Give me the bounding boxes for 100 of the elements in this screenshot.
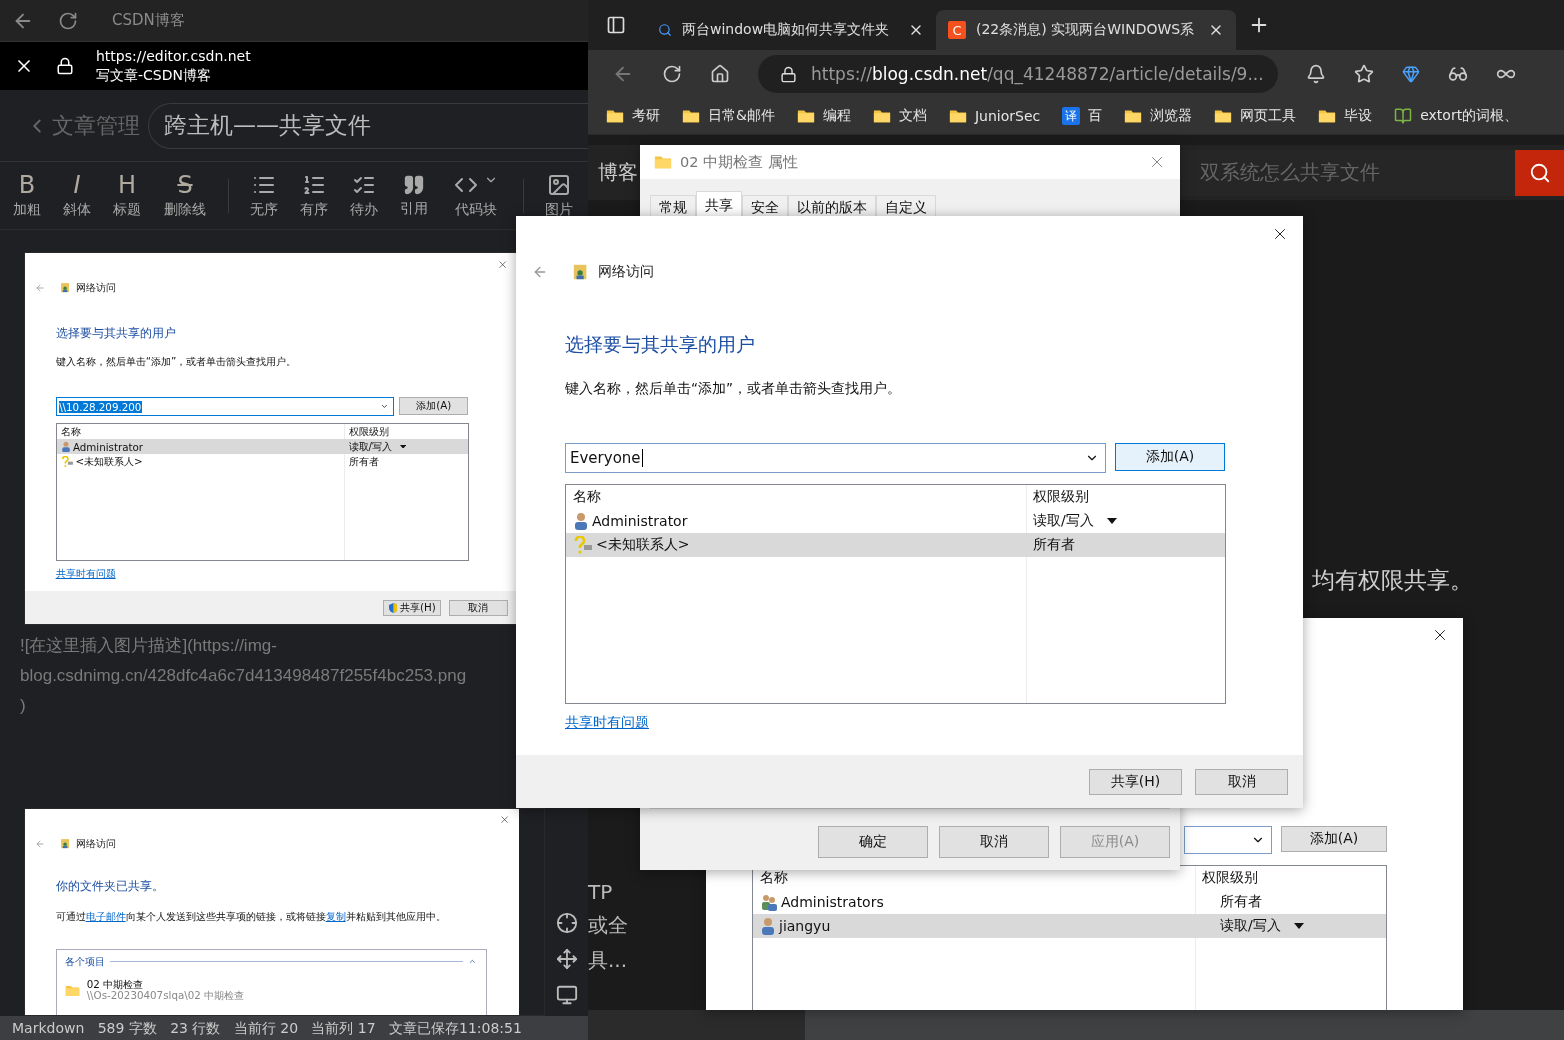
refresh-icon[interactable]	[58, 10, 78, 31]
bookmark[interactable]: extort的词根、	[1394, 107, 1519, 125]
dialog-button[interactable]: 取消	[1195, 768, 1288, 795]
article-text: 均有权限共享。	[1312, 566, 1473, 595]
user-name: Administrator	[72, 440, 144, 453]
column-header: 名称	[572, 488, 602, 506]
search-button[interactable]	[1515, 149, 1564, 196]
dropdown-caret-icon[interactable]	[1106, 518, 1117, 524]
bookmark[interactable]: 日常&邮件	[682, 107, 775, 125]
list-row[interactable]: Administrators 所有者	[753, 890, 1386, 914]
markdown-text: blog.csdnimg.cn/428dfc4a6c7d413498487f255f4bc253.png	[20, 665, 468, 688]
bookmark[interactable]: 浏览器	[1124, 107, 1193, 125]
dialog-button[interactable]: 共享(H)	[1089, 768, 1182, 795]
dialog-button[interactable]: 确定	[818, 826, 928, 858]
list-row[interactable]: jiangyu 读取/写入	[753, 914, 1386, 938]
user-combo-field[interactable]	[1184, 826, 1272, 854]
favorite-icon[interactable]	[1354, 64, 1374, 84]
message-link[interactable]: 电子邮件	[85, 909, 126, 922]
strikethrough-glyph: S	[177, 172, 193, 197]
list-row[interactable]: <未知联系人> 所有者	[566, 533, 1225, 557]
properties-tab[interactable]: 常规	[650, 195, 696, 219]
search-icon	[1528, 161, 1551, 184]
properties-tab[interactable]: 共享	[696, 191, 742, 219]
users-icon	[760, 893, 778, 911]
message-link[interactable]: 复制	[325, 909, 346, 922]
add-button[interactable]: 添加(A)	[399, 397, 469, 415]
image-icon	[547, 172, 571, 197]
toolbar-button[interactable]: 代码块	[441, 172, 511, 219]
browser-tab[interactable]: C (22条消息) 实现两台WINDOWS系	[936, 10, 1236, 50]
bookmark[interactable]: 编程	[796, 107, 851, 125]
bookmark[interactable]: JuniorSec	[948, 107, 1041, 125]
user-combo-field[interactable]: \\10.28.209.200	[55, 397, 394, 417]
column-header: 名称	[759, 869, 789, 887]
tab-title: (22条消息) 实现两台WINDOWS系	[976, 21, 1196, 39]
gem-icon[interactable]	[1402, 65, 1420, 83]
network-folder-icon	[60, 282, 72, 294]
quote-icon	[403, 173, 425, 196]
permission-text: 读取/写入	[348, 439, 392, 454]
dialog-header: 网络访问	[76, 281, 117, 295]
question-person-icon	[61, 455, 74, 468]
network-folder-icon	[60, 838, 72, 850]
bookmark[interactable]: 毕设	[1318, 107, 1373, 125]
user-combo-field[interactable]: Everyone	[565, 443, 1106, 473]
user-icon	[573, 512, 589, 530]
bookmark[interactable]: 文档	[872, 107, 927, 125]
bookmark[interactable]: 译 百	[1062, 107, 1103, 125]
properties-tab[interactable]: 自定义	[876, 195, 936, 219]
glasses-icon[interactable]	[1448, 64, 1468, 84]
toolbar-button[interactable]: H 标题	[104, 172, 150, 219]
site-brand: 博客	[598, 159, 638, 186]
add-button[interactable]: 添加(A)	[1281, 826, 1387, 852]
properties-tab[interactable]: 安全	[742, 195, 788, 219]
monitor-icon[interactable]	[555, 984, 578, 1006]
dialog-button[interactable]: 共享(H)	[383, 599, 442, 616]
column-header: 权限级别	[1201, 869, 1259, 887]
toolbar-button[interactable]: B 加粗	[4, 172, 50, 219]
properties-tab[interactable]: 以前的版本	[788, 195, 876, 219]
list-row[interactable]: <未知联系人> 所有者	[56, 454, 468, 469]
dialog-heading: 选择要与其共享的用户	[565, 332, 756, 357]
toolbar-button[interactable]: 无序	[241, 172, 287, 219]
article-text: TP	[588, 880, 614, 904]
dialog-button[interactable]: 取消	[449, 599, 508, 616]
notification-icon[interactable]	[1306, 64, 1326, 84]
status-bar: Markdown 589 字数 23 行数 当前行 20 当前列 17 文章已保存11:08:51	[0, 1016, 588, 1040]
home-icon[interactable]	[710, 64, 730, 84]
dialog-header: 网络访问	[598, 263, 654, 281]
bookmark[interactable]: 考研	[606, 107, 660, 125]
tab-actions-icon[interactable]	[606, 15, 626, 35]
toolbar-button[interactable]: 有序	[291, 172, 337, 219]
add-button[interactable]: 添加(A)	[1115, 443, 1225, 471]
shield-icon	[388, 602, 398, 613]
page-title: 写文章-CSDN博客	[96, 66, 212, 85]
toolbar-button[interactable]: 待办	[341, 172, 387, 219]
user-icon	[760, 917, 776, 935]
bookmark[interactable]: 网页工具	[1214, 107, 1297, 125]
dialog-button[interactable]: 取消	[939, 826, 1049, 858]
help-link[interactable]: 共享时有问题	[55, 566, 116, 581]
toolbar-button[interactable]: S 删除线	[154, 172, 216, 219]
move-icon[interactable]	[555, 948, 578, 970]
toolbar-button[interactable]: I 斜体	[54, 172, 100, 219]
item-path: \\Os-20230407slqa\02 中期检查	[86, 990, 245, 1003]
item-name: 02 中期检查	[86, 978, 144, 991]
browser-tab[interactable]: 两台window电脑如何共享文件夹	[646, 10, 936, 50]
toolbar-button[interactable]: 图片	[536, 172, 582, 219]
dropdown-caret-icon[interactable]	[400, 444, 407, 449]
instruction-text: 键入名称，然后单击“添加”，或者单击箭头查找用户。	[565, 380, 902, 398]
list-row[interactable]: Administrator 读取/写入	[56, 439, 468, 454]
dialog-heading: 你的文件夹已共享。	[55, 878, 165, 895]
column-header: 权限级别	[347, 424, 390, 439]
lock-icon	[780, 65, 797, 83]
instruction-text: 键入名称，然后单击“添加”，或者单击箭头查找用户。	[55, 355, 298, 370]
markdown-text: )	[20, 695, 27, 718]
bold-glyph: B	[18, 172, 36, 197]
toolbar-button[interactable]: 引用	[391, 173, 437, 218]
refresh-icon[interactable]	[662, 64, 682, 84]
dropdown-caret-icon[interactable]	[1293, 923, 1304, 929]
address-bar[interactable]: https://blog.csdn.net/qq_41248872/article/details/9...	[758, 55, 1278, 93]
list-row[interactable]: Administrator 读取/写入	[566, 509, 1225, 533]
help-link[interactable]: 共享时有问题	[565, 714, 649, 732]
crosshair-icon[interactable]	[555, 912, 578, 934]
